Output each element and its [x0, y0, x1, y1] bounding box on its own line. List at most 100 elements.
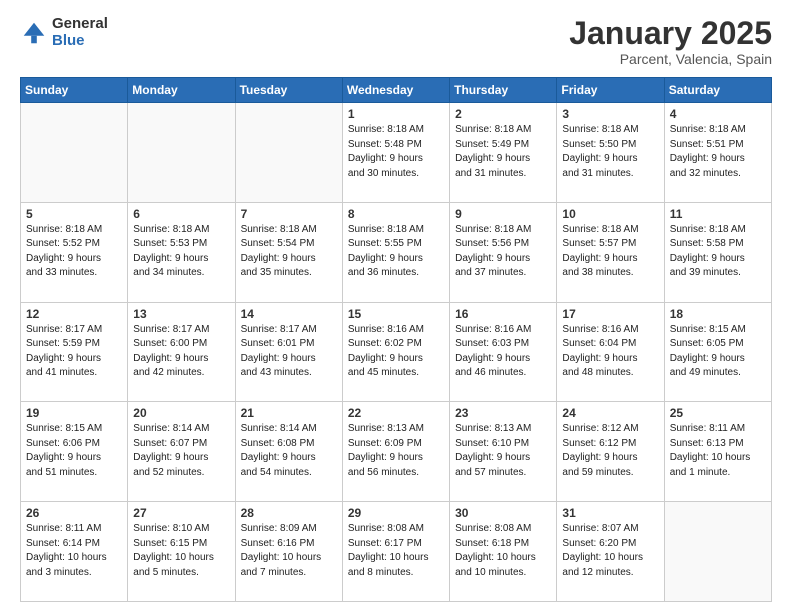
calendar-cell: 9 Sunrise: 8:18 AM Sunset: 5:56 PM Daylig… [450, 202, 557, 302]
calendar-week-row: 12Sunrise: 8:17 AM Sunset: 5:59 PM Dayli… [21, 302, 772, 402]
calendar-table: Sunday Monday Tuesday Wednesday Thursday… [20, 77, 772, 602]
calendar-cell: 25Sunrise: 8:11 AM Sunset: 6:13 PM Dayli… [664, 402, 771, 502]
day-number: 16 [455, 307, 551, 321]
day-info: Sunrise: 8:10 AM Sunset: 6:15 PM Dayligh… [133, 522, 229, 580]
day-number: 21 [241, 406, 337, 420]
logo-icon [20, 19, 48, 47]
col-friday: Friday [557, 78, 664, 103]
day-info: Sunrise: 8:17 AM Sunset: 6:00 PM Dayligh… [133, 323, 229, 381]
calendar-cell: 1 Sunrise: 8:18 AM Sunset: 5:48 PM Daylig… [342, 103, 449, 203]
calendar-cell: 31 Sunrise: 8:07 AM Sunset: 6:20 PM Dayli… [557, 502, 664, 602]
calendar-cell: 12Sunrise: 8:17 AM Sunset: 5:59 PM Dayli… [21, 302, 128, 402]
col-tuesday: Tuesday [235, 78, 342, 103]
day-info: Sunrise: 8:11 AM Sunset: 6:13 PM Dayligh… [670, 422, 766, 480]
calendar-cell: 27 Sunrise: 8:10 AM Sunset: 6:15 PM Dayli… [128, 502, 235, 602]
calendar-cell: 3Sunrise: 8:18 AM Sunset: 5:50 PM Daylig… [557, 103, 664, 203]
calendar-cell: 26Sunrise: 8:11 AM Sunset: 6:14 PM Dayli… [21, 502, 128, 602]
day-info: Sunrise: 8:16 AM Sunset: 6:03 PM Dayligh… [455, 323, 551, 381]
calendar-cell: 23 Sunrise: 8:13 AM Sunset: 6:10 PM Dayli… [450, 402, 557, 502]
day-info: Sunrise: 8:14 AM Sunset: 6:07 PM Dayligh… [133, 422, 229, 480]
day-number: 23 [455, 406, 551, 420]
day-info: Sunrise: 8:14 AM Sunset: 6:08 PM Dayligh… [241, 422, 337, 480]
calendar-cell: 16 Sunrise: 8:16 AM Sunset: 6:03 PM Dayli… [450, 302, 557, 402]
title-block: January 2025 Parcent, Valencia, Spain [569, 16, 772, 67]
day-info: Sunrise: 8:16 AM Sunset: 6:04 PM Dayligh… [562, 323, 658, 381]
col-thursday: Thursday [450, 78, 557, 103]
day-info: Sunrise: 8:18 AM Sunset: 5:55 PM Dayligh… [348, 223, 444, 281]
day-info: Sunrise: 8:18 AM Sunset: 5:52 PM Dayligh… [26, 223, 122, 281]
calendar-cell [664, 502, 771, 602]
calendar-cell: 20 Sunrise: 8:14 AM Sunset: 6:07 PM Dayli… [128, 402, 235, 502]
day-info: Sunrise: 8:07 AM Sunset: 6:20 PM Dayligh… [562, 522, 658, 580]
day-number: 5 [26, 207, 122, 221]
calendar-cell: 13 Sunrise: 8:17 AM Sunset: 6:00 PM Dayli… [128, 302, 235, 402]
day-number: 12 [26, 307, 122, 321]
day-info: Sunrise: 8:12 AM Sunset: 6:12 PM Dayligh… [562, 422, 658, 480]
day-number: 11 [670, 207, 766, 221]
col-monday: Monday [128, 78, 235, 103]
calendar-cell [21, 103, 128, 203]
calendar-cell: 10Sunrise: 8:18 AM Sunset: 5:57 PM Dayli… [557, 202, 664, 302]
day-info: Sunrise: 8:18 AM Sunset: 5:53 PM Dayligh… [133, 223, 229, 281]
day-number: 18 [670, 307, 766, 321]
calendar-week-row: 5 Sunrise: 8:18 AM Sunset: 5:52 PM Daylig… [21, 202, 772, 302]
day-info: Sunrise: 8:18 AM Sunset: 5:48 PM Dayligh… [348, 123, 444, 181]
month-title: January 2025 [569, 16, 772, 51]
day-info: Sunrise: 8:18 AM Sunset: 5:51 PM Dayligh… [670, 123, 766, 181]
day-number: 7 [241, 207, 337, 221]
col-sunday: Sunday [21, 78, 128, 103]
calendar-cell: 7 Sunrise: 8:18 AM Sunset: 5:54 PM Daylig… [235, 202, 342, 302]
day-number: 2 [455, 107, 551, 121]
day-number: 27 [133, 506, 229, 520]
calendar-cell: 28 Sunrise: 8:09 AM Sunset: 6:16 PM Dayli… [235, 502, 342, 602]
day-info: Sunrise: 8:13 AM Sunset: 6:09 PM Dayligh… [348, 422, 444, 480]
calendar-cell [128, 103, 235, 203]
day-info: Sunrise: 8:08 AM Sunset: 6:18 PM Dayligh… [455, 522, 551, 580]
calendar-cell: 11 Sunrise: 8:18 AM Sunset: 5:58 PM Dayli… [664, 202, 771, 302]
day-info: Sunrise: 8:17 AM Sunset: 6:01 PM Dayligh… [241, 323, 337, 381]
calendar-cell: 5 Sunrise: 8:18 AM Sunset: 5:52 PM Daylig… [21, 202, 128, 302]
day-info: Sunrise: 8:08 AM Sunset: 6:17 PM Dayligh… [348, 522, 444, 580]
calendar-cell: 6 Sunrise: 8:18 AM Sunset: 5:53 PM Daylig… [128, 202, 235, 302]
calendar-cell: 8Sunrise: 8:18 AM Sunset: 5:55 PM Daylig… [342, 202, 449, 302]
calendar-cell: 19Sunrise: 8:15 AM Sunset: 6:06 PM Dayli… [21, 402, 128, 502]
calendar-week-row: 1 Sunrise: 8:18 AM Sunset: 5:48 PM Daylig… [21, 103, 772, 203]
calendar-cell: 24 Sunrise: 8:12 AM Sunset: 6:12 PM Dayli… [557, 402, 664, 502]
day-number: 24 [562, 406, 658, 420]
day-info: Sunrise: 8:15 AM Sunset: 6:05 PM Dayligh… [670, 323, 766, 381]
calendar-cell [235, 103, 342, 203]
calendar-week-row: 26Sunrise: 8:11 AM Sunset: 6:14 PM Dayli… [21, 502, 772, 602]
day-info: Sunrise: 8:18 AM Sunset: 5:49 PM Dayligh… [455, 123, 551, 181]
logo-text: General Blue [52, 16, 108, 49]
day-info: Sunrise: 8:09 AM Sunset: 6:16 PM Dayligh… [241, 522, 337, 580]
calendar-cell: 22Sunrise: 8:13 AM Sunset: 6:09 PM Dayli… [342, 402, 449, 502]
calendar-cell: 18 Sunrise: 8:15 AM Sunset: 6:05 PM Dayli… [664, 302, 771, 402]
day-number: 9 [455, 207, 551, 221]
day-number: 28 [241, 506, 337, 520]
day-info: Sunrise: 8:18 AM Sunset: 5:56 PM Dayligh… [455, 223, 551, 281]
day-number: 4 [670, 107, 766, 121]
day-number: 31 [562, 506, 658, 520]
day-info: Sunrise: 8:11 AM Sunset: 6:14 PM Dayligh… [26, 522, 122, 580]
day-number: 13 [133, 307, 229, 321]
calendar-week-row: 19Sunrise: 8:15 AM Sunset: 6:06 PM Dayli… [21, 402, 772, 502]
day-info: Sunrise: 8:18 AM Sunset: 5:54 PM Dayligh… [241, 223, 337, 281]
logo-blue-text: Blue [52, 33, 108, 50]
col-wednesday: Wednesday [342, 78, 449, 103]
day-info: Sunrise: 8:13 AM Sunset: 6:10 PM Dayligh… [455, 422, 551, 480]
day-number: 17 [562, 307, 658, 321]
page: General Blue January 2025 Parcent, Valen… [0, 0, 792, 612]
calendar-cell: 17 Sunrise: 8:16 AM Sunset: 6:04 PM Dayli… [557, 302, 664, 402]
logo-general-text: General [52, 16, 108, 33]
day-info: Sunrise: 8:15 AM Sunset: 6:06 PM Dayligh… [26, 422, 122, 480]
location: Parcent, Valencia, Spain [569, 51, 772, 67]
day-number: 15 [348, 307, 444, 321]
calendar-cell: 29Sunrise: 8:08 AM Sunset: 6:17 PM Dayli… [342, 502, 449, 602]
col-saturday: Saturday [664, 78, 771, 103]
day-number: 6 [133, 207, 229, 221]
day-info: Sunrise: 8:18 AM Sunset: 5:50 PM Dayligh… [562, 123, 658, 181]
day-info: Sunrise: 8:18 AM Sunset: 5:58 PM Dayligh… [670, 223, 766, 281]
day-number: 20 [133, 406, 229, 420]
day-number: 1 [348, 107, 444, 121]
calendar-header-row: Sunday Monday Tuesday Wednesday Thursday… [21, 78, 772, 103]
